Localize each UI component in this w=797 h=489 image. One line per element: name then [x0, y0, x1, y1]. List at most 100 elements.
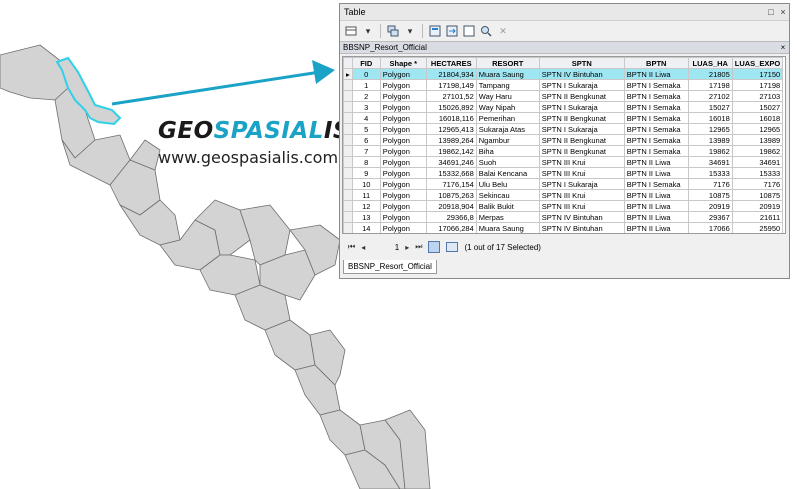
- table-cell[interactable]: SPTN II Bengkunat: [538, 145, 625, 157]
- row-selector[interactable]: [343, 178, 353, 190]
- table-cell[interactable]: Muara Saung: [475, 222, 540, 233]
- row-selector[interactable]: [343, 79, 353, 91]
- record-number-field[interactable]: 1: [371, 243, 399, 252]
- table-cell[interactable]: 21804,934: [425, 68, 477, 80]
- column-header[interactable]: BPTN: [623, 57, 689, 69]
- table-cell[interactable]: 21805: [687, 68, 733, 80]
- last-record-button[interactable]: ⏭: [415, 242, 422, 252]
- column-header[interactable]: HECTARES: [425, 57, 477, 69]
- table-row[interactable]: 1 Polygon 17198,149 Tampang SPTN I Sukaraja B…: [343, 79, 784, 91]
- table-cell[interactable]: 7176: [687, 178, 733, 190]
- table-cell[interactable]: Polygon: [380, 234, 426, 235]
- dropdown-arrow-icon[interactable]: ▾: [403, 24, 417, 38]
- table-cell[interactable]: BPTN I Semaka: [623, 112, 689, 124]
- table-cell[interactable]: Way Nipah: [475, 101, 540, 113]
- row-selector[interactable]: [343, 134, 353, 146]
- table-cell[interactable]: Sukaraja Atas: [475, 123, 540, 135]
- table-cell[interactable]: 10: [351, 178, 381, 190]
- table-cell[interactable]: 12965: [731, 123, 784, 135]
- table-row[interactable]: 13 Polygon 29366,8 Merpas SPTN IV Bintuhan BP…: [343, 211, 784, 223]
- table-cell[interactable]: SPTN III Krui: [538, 200, 625, 212]
- table-cell[interactable]: Polygon: [379, 200, 427, 212]
- table-cell[interactable]: Polygon: [379, 178, 427, 190]
- table-cell[interactable]: 12965,413: [425, 123, 477, 135]
- table-cell[interactable]: BPTN II Liwa: [623, 200, 689, 212]
- table-cell[interactable]: 7176: [731, 178, 784, 190]
- maximize-button[interactable]: □: [765, 7, 777, 17]
- table-row[interactable]: 11 Polygon 10875,263 Sekincau SPTN III Krui B…: [343, 189, 784, 201]
- table-cell[interactable]: 6: [351, 134, 381, 146]
- row-selector[interactable]: [344, 234, 353, 235]
- table-cell[interactable]: Sekincau: [475, 189, 540, 201]
- table-cell[interactable]: 10875: [687, 189, 733, 201]
- table-cell[interactable]: Muara Saung: [475, 68, 540, 80]
- show-all-records-icon[interactable]: [428, 241, 441, 253]
- table-cell[interactable]: SPTN II Bengkunat: [538, 134, 625, 146]
- row-selector[interactable]: [343, 90, 353, 102]
- table-cell[interactable]: 13989,264: [425, 134, 477, 146]
- show-selected-records-icon[interactable]: [446, 242, 459, 252]
- table-cell[interactable]: Polygon: [379, 222, 427, 233]
- column-header[interactable]: LUAS_HA: [687, 57, 733, 69]
- table-cell[interactable]: 20919: [687, 200, 733, 212]
- table-cell[interactable]: 7176,154: [425, 178, 477, 190]
- table-cell[interactable]: BPTN I Semaka: [623, 90, 689, 102]
- table-cell[interactable]: 20918,904: [425, 200, 477, 212]
- table-cell[interactable]: 4: [351, 112, 381, 124]
- table-cell[interactable]: 16388,666: [426, 234, 476, 235]
- table-cell[interactable]: 10875: [731, 189, 784, 201]
- table-cell[interactable]: 17198,149: [425, 79, 477, 91]
- row-selector[interactable]: [343, 222, 353, 233]
- table-cell[interactable]: 15332,668: [425, 167, 477, 179]
- table-row[interactable]: 12 Polygon 20918,904 Balik Bukit SPTN III Kr…: [343, 200, 784, 212]
- bottom-table-tab[interactable]: BBSNP_Resort_Official: [343, 260, 437, 274]
- table-cell[interactable]: Polygon: [379, 68, 427, 80]
- table-tab-title[interactable]: BBSNP_Resort_Official: [343, 43, 777, 52]
- table-row[interactable]: 4 Polygon 16018,116 Pemerihan SPTN II Bengku…: [343, 112, 784, 124]
- table-cell[interactable]: 27103: [731, 90, 784, 102]
- row-selector[interactable]: [343, 112, 353, 124]
- table-cell[interactable]: Polygon: [379, 145, 427, 157]
- table-cell[interactable]: 2: [351, 90, 381, 102]
- table-cell[interactable]: Polygon: [379, 134, 427, 146]
- table-cell[interactable]: 8: [351, 156, 381, 168]
- table-cell[interactable]: 7: [351, 145, 381, 157]
- table-row[interactable]: 5 Polygon 12965,413 Sukaraja Atas SPTN I Suk…: [343, 123, 784, 135]
- row-selector[interactable]: [343, 123, 353, 135]
- table-cell[interactable]: 15333: [731, 167, 784, 179]
- table-cell[interactable]: 19862: [731, 145, 784, 157]
- column-header[interactable]: RESORT: [475, 57, 540, 69]
- table-cell[interactable]: 16389: [732, 234, 782, 235]
- table-cell[interactable]: Polygon: [379, 101, 427, 113]
- table-cell[interactable]: 17066: [687, 222, 733, 233]
- table-cell[interactable]: 13989: [687, 134, 733, 146]
- table-cell[interactable]: 27102: [687, 90, 733, 102]
- related-tables-icon[interactable]: [386, 24, 400, 38]
- table-cell[interactable]: Polygon: [379, 156, 427, 168]
- table-cell[interactable]: SPTN II Bengkunat: [538, 112, 625, 124]
- table-cell[interactable]: BPTN I Semaka: [623, 145, 689, 157]
- table-cell[interactable]: 0: [351, 68, 381, 80]
- table-cell[interactable]: Polygon: [379, 123, 427, 135]
- table-cell[interactable]: BPTN II Liwa: [623, 189, 689, 201]
- table-cell[interactable]: 29366,8: [425, 211, 477, 223]
- table-cell[interactable]: 10875,263: [425, 189, 477, 201]
- table-cell[interactable]: 34691,246: [425, 156, 477, 168]
- table-cell[interactable]: 29367: [687, 211, 733, 223]
- table-cell[interactable]: BPTN II Liwa: [623, 167, 689, 179]
- table-cell[interactable]: 20919: [731, 200, 784, 212]
- table-cell[interactable]: BPTN II Liwa: [623, 222, 689, 233]
- row-selector[interactable]: [343, 145, 353, 157]
- table-cell[interactable]: 1: [351, 79, 381, 91]
- table-cell[interactable]: Pemerihan: [475, 112, 540, 124]
- select-by-attributes-icon[interactable]: [428, 24, 442, 38]
- table-cell[interactable]: 9: [351, 167, 381, 179]
- table-cell[interactable]: 5: [351, 123, 381, 135]
- table-cell[interactable]: Ulu Belu: [475, 178, 540, 190]
- table-cell[interactable]: BPTN II Liwa: [624, 234, 688, 235]
- table-cell[interactable]: 16389: [688, 234, 732, 235]
- table-cell[interactable]: 34691: [687, 156, 733, 168]
- table-cell[interactable]: 3: [351, 101, 381, 113]
- close-tab-icon[interactable]: ×: [777, 43, 789, 52]
- table-options-icon[interactable]: [344, 24, 358, 38]
